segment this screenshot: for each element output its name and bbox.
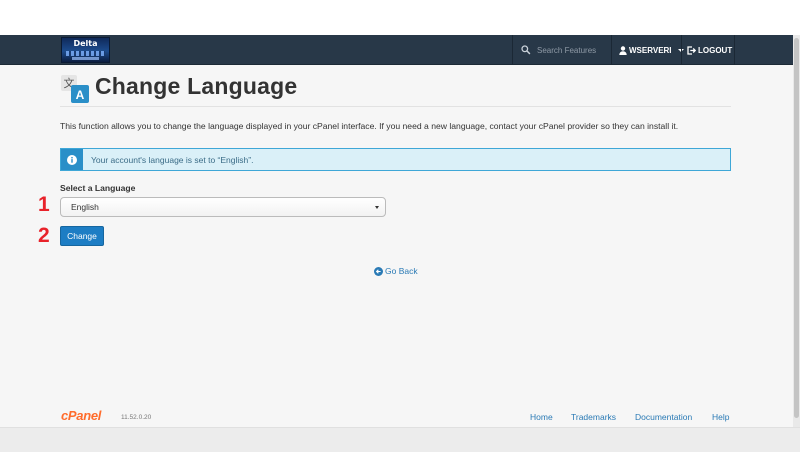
logout-button[interactable]: LOGOUT [684,35,734,65]
change-button[interactable]: Change [60,226,104,246]
info-alert: Your account's language is set to “Engli… [60,148,731,171]
language-icon: 文 A [60,74,90,104]
footer-link-documentation[interactable]: Documentation [635,412,692,422]
arrow-left-circle-icon [374,266,383,276]
page-description: This function allows you to change the l… [60,121,679,131]
logo-graphic [66,51,105,56]
logo-label: Delta [73,39,98,48]
nav-divider [611,35,612,65]
search-icon [519,43,533,57]
footer-link-home[interactable]: Home [530,412,553,422]
cpanel-logo: cPanel [61,408,102,423]
bottom-strip [0,427,800,452]
nav-divider [681,35,682,65]
search-features [512,35,610,65]
footer-link-help[interactable]: Help [712,412,729,422]
caret-down-icon [375,206,379,209]
user-icon [619,45,627,55]
info-icon [61,149,83,170]
page-scrollbar[interactable] [793,35,800,427]
svg-text:A: A [76,88,85,102]
logout-label: LOGOUT [698,45,733,55]
top-navbar: Delta WSERVERI LOGOUT [0,35,800,65]
alert-message: Your account's language is set to “Engli… [91,154,254,165]
language-select[interactable]: English [60,197,386,217]
language-select-value: English [71,202,99,212]
go-back-label: Go Back [385,266,418,276]
browser-top-area [0,0,800,35]
search-input[interactable] [537,45,607,55]
version-label: 11.52.0.20 [121,414,152,421]
go-back-link[interactable]: Go Back [374,266,418,276]
user-menu-button[interactable]: WSERVERI [614,35,684,65]
logo-graphic-base [72,57,99,60]
page-title: Change Language [95,73,298,99]
logout-icon [687,45,697,55]
delta-logo[interactable]: Delta [61,37,110,63]
user-label: WSERVERI [629,45,672,55]
nav-divider [734,35,735,65]
step-annotation-1: 1 [38,193,50,216]
step-annotation-2: 2 [38,224,50,247]
title-divider [60,106,731,107]
footer-link-trademarks[interactable]: Trademarks [571,412,616,422]
scrollbar-thumb[interactable] [794,38,799,418]
select-language-label: Select a Language [60,183,136,193]
